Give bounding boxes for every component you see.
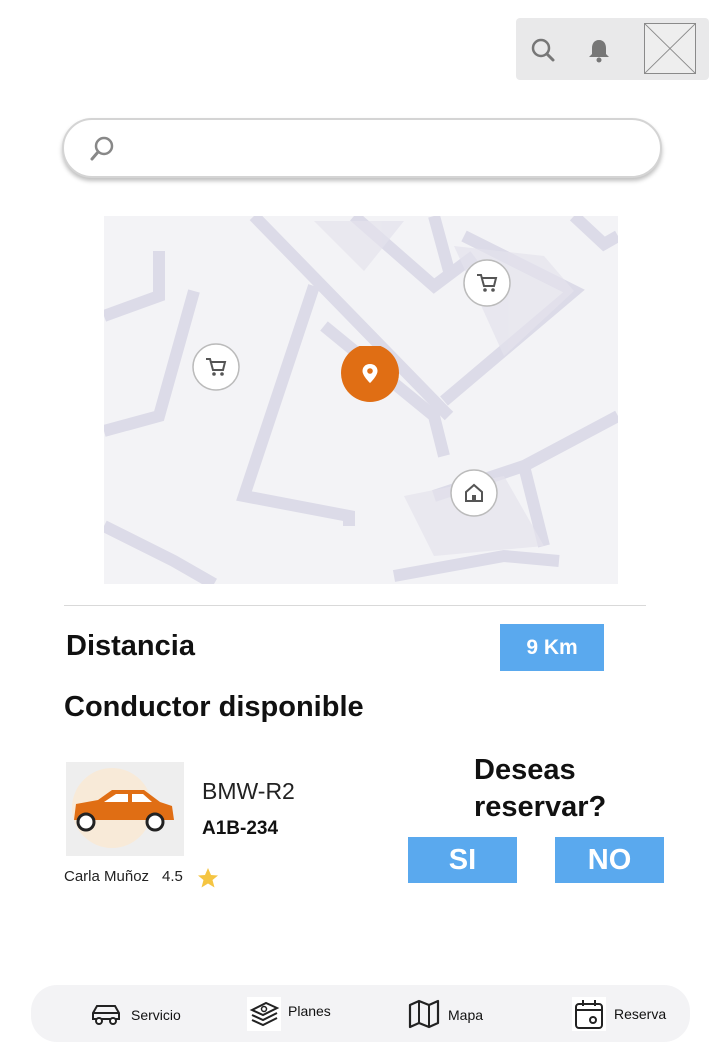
driver-name: Carla Muñoz	[64, 868, 150, 885]
nav-item-servicio[interactable]: Servicio	[87, 985, 197, 1042]
driver-rating: 4.5	[162, 868, 183, 885]
nav-item-planes[interactable]: Planes	[247, 985, 357, 1042]
yes-button[interactable]: SI	[408, 837, 517, 883]
nav-label-mapa: Mapa	[448, 1007, 484, 1023]
driver-section-title: Conductor disponible	[64, 691, 364, 723]
avatar[interactable]	[644, 23, 696, 74]
divider	[64, 605, 646, 606]
home-icon[interactable]	[449, 468, 499, 518]
calendar-icon	[572, 997, 606, 1031]
bottom-nav: Servicio Planes Mapa Reserva	[31, 985, 690, 1042]
booking-question: Deseas reservar?	[474, 754, 607, 823]
map-view[interactable]	[104, 216, 618, 584]
nav-label-servicio: Servicio	[131, 1007, 181, 1023]
car-icon	[72, 768, 174, 848]
car-plate: A1B-234	[202, 818, 279, 839]
star-icon	[198, 868, 218, 888]
distance-badge: 9 Km	[500, 624, 604, 671]
location-pin-icon[interactable]	[340, 346, 400, 406]
car-model: BMW-R2	[202, 778, 295, 804]
car-icon	[92, 1005, 120, 1025]
map-icon	[408, 999, 440, 1029]
search-icon[interactable]	[528, 35, 558, 65]
nav-label-planes: Planes	[288, 1003, 331, 1019]
nav-item-reserva[interactable]: Reserva	[572, 985, 682, 1042]
magnifier-icon	[90, 136, 114, 161]
nav-label-reserva: Reserva	[614, 1006, 667, 1022]
distance-label: Distancia	[66, 630, 195, 662]
nav-item-mapa[interactable]: Mapa	[407, 985, 507, 1042]
shopping-cart-icon[interactable]	[191, 342, 241, 392]
shopping-cart-icon[interactable]	[462, 258, 512, 308]
bell-icon[interactable]	[584, 35, 614, 65]
no-button[interactable]: NO	[555, 837, 664, 883]
money-stack-icon	[247, 997, 281, 1031]
car-thumbnail	[66, 762, 184, 856]
search-bar[interactable]	[62, 118, 662, 178]
top-toolbar	[516, 18, 709, 80]
search-input[interactable]	[134, 132, 638, 166]
